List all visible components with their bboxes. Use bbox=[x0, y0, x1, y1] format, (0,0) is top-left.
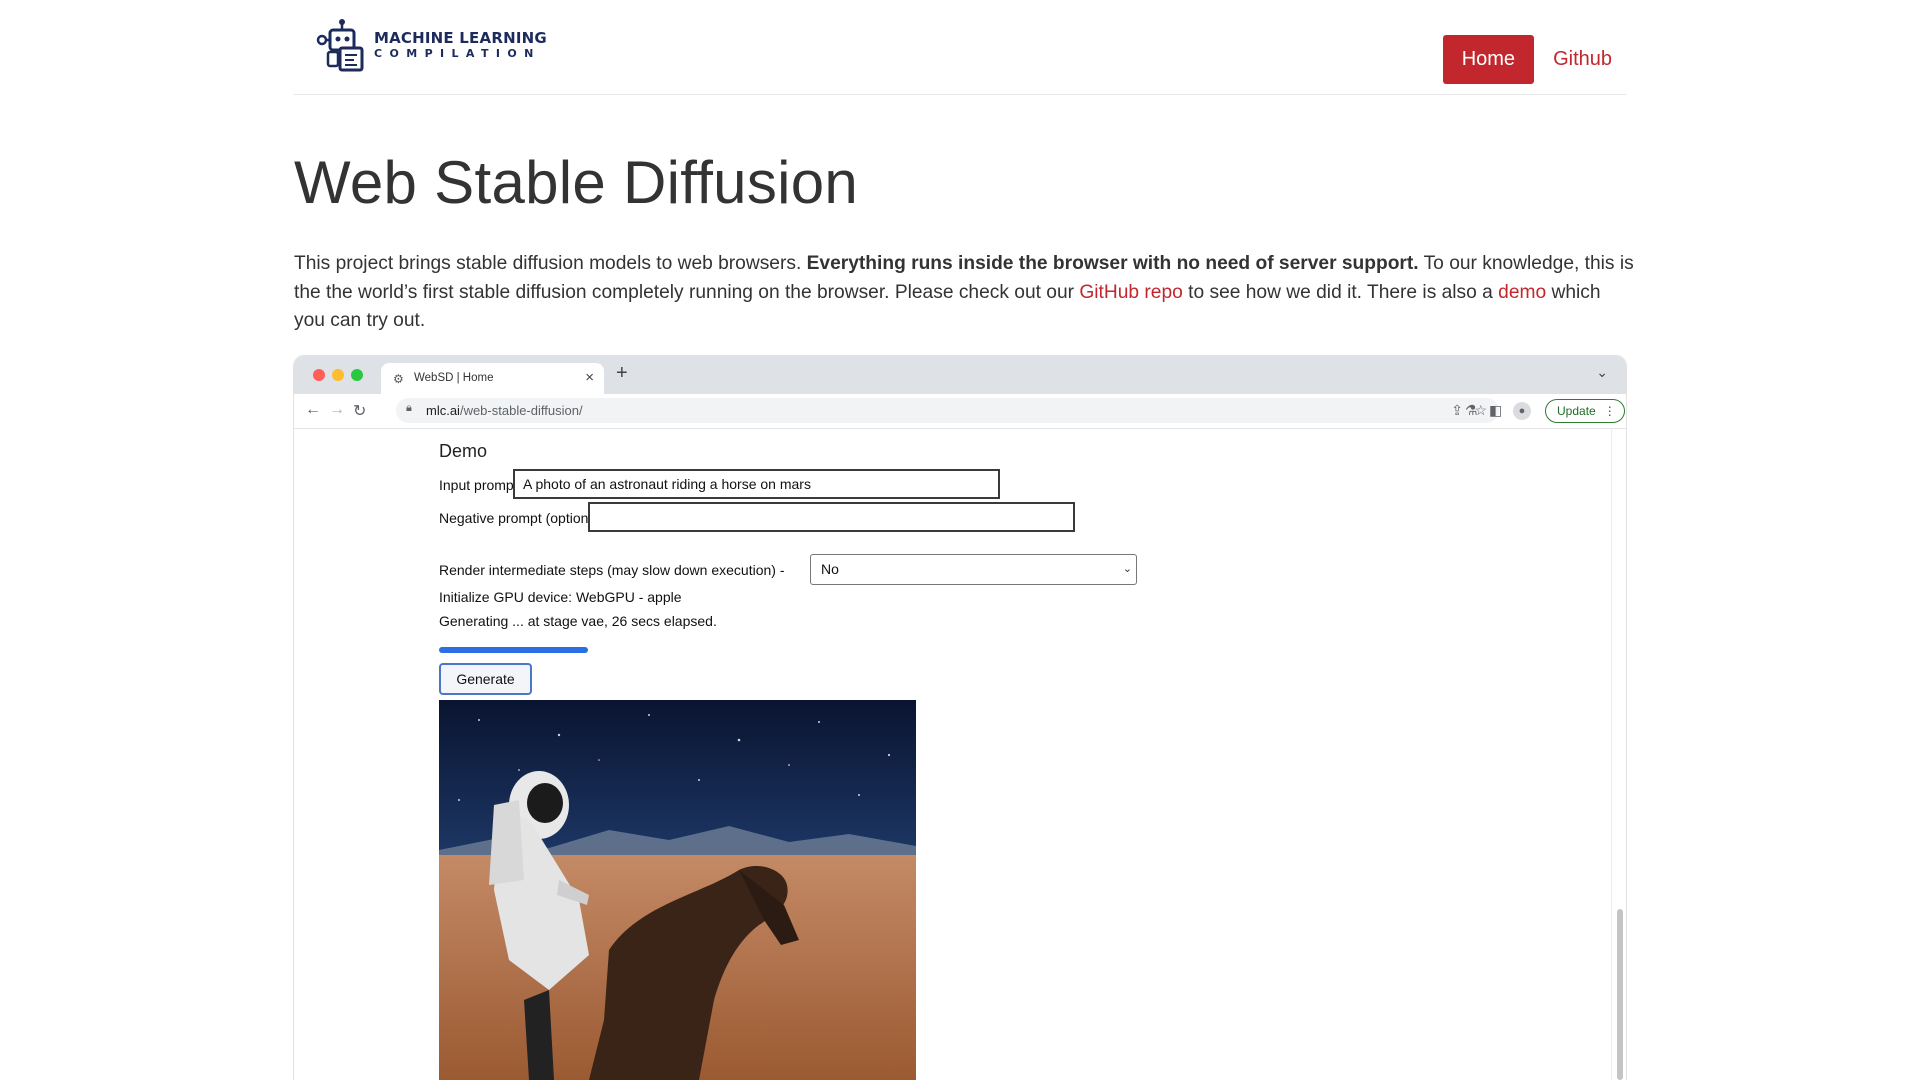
address-url: mlc.ai/web-stable-diffusion/ bbox=[426, 403, 583, 418]
select-chevron-icon: ⌄ bbox=[1122, 563, 1132, 575]
tab-favicon-icon: ⚙ bbox=[393, 372, 404, 386]
url-path: /web-stable-diffusion/ bbox=[459, 403, 583, 418]
browser-toolbar: ← → ↻ 🔒︎ mlc.ai/web-stable-diffusion/ ⇪ … bbox=[294, 394, 1626, 429]
window-close-dot bbox=[313, 369, 325, 381]
negative-prompt-field[interactable] bbox=[588, 502, 1075, 532]
browser-screenshot: ⚙ WebSD | Home × + ⌄ ← → ↻ 🔒︎ mlc.ai/web… bbox=[294, 356, 1626, 1080]
progress-bar bbox=[439, 647, 588, 653]
share-icon: ⇪ bbox=[1451, 402, 1463, 418]
intro-paragraph: This project brings stable diffusion mod… bbox=[294, 250, 1634, 336]
progress-fill bbox=[439, 647, 588, 653]
lock-icon: 🔒︎ bbox=[406, 402, 412, 414]
page-title: Web Stable Diffusion bbox=[294, 149, 859, 216]
address-bar: 🔒︎ mlc.ai/web-stable-diffusion/ ⇪ ☆ bbox=[396, 398, 1499, 423]
new-tab-icon: + bbox=[616, 362, 628, 384]
progress-status-text: Generating ... at stage vae, 26 secs ela… bbox=[439, 613, 717, 629]
window-maximize-dot bbox=[351, 369, 363, 381]
demo-link[interactable]: demo bbox=[1498, 282, 1546, 303]
nav-home-button[interactable]: Home bbox=[1442, 35, 1535, 84]
browser-tab: ⚙ WebSD | Home × bbox=[381, 363, 604, 394]
render-steps-select[interactable]: No ⌄ bbox=[810, 554, 1137, 585]
render-steps-label: Render intermediate steps (may slow down… bbox=[439, 562, 785, 578]
gpu-status-text: Initialize GPU device: WebGPU - apple bbox=[439, 589, 682, 605]
intro-text-3: to see how we did it. There is also a bbox=[1182, 281, 1499, 303]
site-header: MACHINE LEARNING COMPILATION Home Github bbox=[294, 0, 1626, 95]
browser-tab-strip: ⚙ WebSD | Home × + ⌄ bbox=[294, 356, 1626, 394]
github-repo-link[interactable]: GitHub repo bbox=[1079, 282, 1182, 303]
generated-image bbox=[439, 700, 916, 1080]
tab-close-icon: × bbox=[585, 369, 594, 386]
forward-arrow-icon: → bbox=[329, 401, 345, 418]
logo-line2: COMPILATION bbox=[374, 47, 541, 60]
input-prompt-field[interactable]: A photo of an astronaut riding a horse o… bbox=[513, 469, 1000, 499]
tab-title: WebSD | Home bbox=[414, 372, 494, 384]
window-minimize-dot bbox=[332, 369, 344, 381]
input-prompt-label: Input prompt: bbox=[439, 477, 522, 493]
chevron-down-icon: ⌄ bbox=[1596, 364, 1608, 380]
intro-text-1: This project brings stable diffusion mod… bbox=[294, 253, 807, 274]
reload-icon: ↻ bbox=[353, 403, 367, 420]
update-label: Update bbox=[1557, 404, 1596, 418]
intro-bold-text: Everything runs inside the browser with … bbox=[806, 253, 1419, 274]
logo-wordmark: MACHINE LEARNING COMPILATION bbox=[374, 29, 547, 60]
logo-line1: MACHINE LEARNING bbox=[374, 29, 547, 47]
labs-flask-icon: ⚗ bbox=[1465, 402, 1478, 418]
nav-github-link[interactable]: Github bbox=[1553, 48, 1612, 71]
top-nav: Home Github bbox=[1442, 35, 1612, 84]
robot-logo-icon bbox=[316, 19, 364, 72]
generate-button[interactable]: Generate bbox=[439, 663, 532, 695]
url-domain: mlc.ai bbox=[426, 403, 460, 418]
browser-viewport: Demo Input prompt: A photo of an astrona… bbox=[294, 429, 1626, 1080]
demo-heading: Demo bbox=[439, 441, 488, 461]
back-arrow-icon: ← bbox=[305, 401, 321, 418]
mlc-logo[interactable]: MACHINE LEARNING COMPILATION bbox=[316, 18, 547, 72]
profile-avatar-icon: ● bbox=[1513, 402, 1531, 420]
render-steps-value: No bbox=[821, 561, 839, 577]
kebab-menu-icon: ⋮ bbox=[1603, 404, 1616, 418]
scrollbar-thumb bbox=[1617, 909, 1623, 1080]
negative-prompt-label: Negative prompt (optional): bbox=[439, 510, 608, 526]
side-panel-icon: ◧ bbox=[1489, 402, 1503, 418]
browser-update-button: Update ⋮ bbox=[1545, 399, 1625, 423]
